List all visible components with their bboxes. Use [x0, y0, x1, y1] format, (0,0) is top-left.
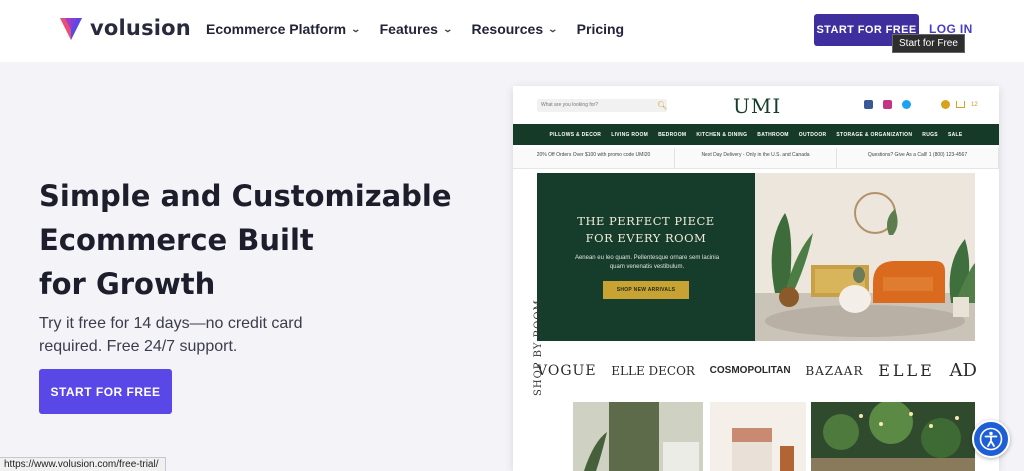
instagram-icon	[883, 100, 892, 109]
preview-menu-item: RUGS	[922, 131, 938, 138]
preview-menu-item: PILLOWS & DECOR	[549, 131, 602, 138]
logo-text: volusion	[90, 16, 191, 40]
promo-item: Questions? Give As a Call! 1 (800) 123-4…	[837, 148, 999, 168]
room-photo-outdoor	[811, 402, 975, 471]
nav-label: Features	[379, 21, 438, 37]
banner-title-line: THE PERFECT PIECE	[577, 214, 715, 228]
volusion-logo[interactable]: volusion	[60, 16, 191, 40]
room-photo-bathroom	[573, 402, 703, 471]
preview-menu-item: LIVING ROOM	[611, 131, 649, 138]
headline-line: for Growth	[39, 267, 216, 301]
nav-label: Resources	[471, 21, 544, 37]
brand-elle: ELLE	[878, 361, 935, 380]
tooltip: Start for Free	[892, 34, 965, 53]
preview-menu-item: KITCHEN & DINING	[696, 131, 748, 138]
outdoor-illustration	[811, 402, 975, 471]
status-bar-url: https://www.volusion.com/free-trial/	[0, 457, 166, 471]
brand-vogue: VOGUE	[537, 362, 597, 379]
preview-menu: PILLOWS & DECOR LIVING ROOM BEDROOM KITC…	[513, 124, 999, 145]
twitter-icon	[902, 100, 911, 109]
shop-by-room-label: SHOP BY ROOM	[533, 299, 544, 396]
preview-menu-item: OUTDOOR	[798, 131, 827, 138]
nav-pricing[interactable]: Pricing	[577, 21, 624, 37]
subtext-line: required. Free 24/7 support.	[39, 338, 238, 355]
preview-menu-item: BATHROOM	[757, 131, 789, 138]
preview-hero-banner: THE PERFECT PIECE FOR EVERY ROOM Aenean …	[537, 173, 755, 341]
account-icon	[941, 100, 950, 109]
nav-label: Ecommerce Platform	[206, 21, 347, 37]
headline-line: Simple and Customizable	[39, 179, 452, 213]
preview-account-cart: 12	[941, 100, 978, 109]
top-navigation: volusion Ecommerce Platform ⌄ Features ⌄…	[0, 0, 1024, 62]
nav-label: Pricing	[576, 21, 625, 37]
hero-headline: Simple and Customizable Ecommerce Built …	[39, 174, 479, 306]
brand-elle-decor: ELLE DECOR	[611, 363, 695, 378]
preview-menu-item: BEDROOM	[658, 131, 687, 138]
preview-menu-item: STORAGE & ORGANIZATION	[836, 131, 913, 138]
preview-press-logos: VOGUE ELLE DECOR COSMOPOLITAN BAZAAR ELL…	[537, 360, 977, 381]
chevron-down-icon: ⌄	[547, 23, 559, 34]
banner-title-line: FOR EVERY ROOM	[585, 231, 707, 245]
facebook-icon	[864, 100, 873, 109]
room-photo-bedroom	[710, 402, 806, 471]
bedroom-illustration	[710, 402, 806, 471]
living-room-photo	[755, 173, 975, 341]
nav-resources[interactable]: Resources ⌄	[471, 21, 559, 37]
banner-shop-button: SHOP NEW ARRIVALS	[603, 281, 689, 299]
volusion-logo-icon	[60, 18, 82, 40]
store-preview: What are you looking for? 🔍︎ UMI 12 PILL…	[513, 86, 999, 471]
search-icon: 🔍︎	[657, 101, 668, 110]
promo-item: Next Day Delivery - Only in the U.S. and…	[675, 148, 837, 168]
preview-store-logo: UMI	[733, 94, 782, 118]
accessibility-icon	[979, 427, 1003, 451]
bathroom-illustration	[573, 402, 703, 471]
brand-cosmopolitan: COSMOPOLITAN	[709, 365, 791, 376]
living-room-illustration	[755, 173, 975, 341]
chevron-down-icon: ⌄	[442, 23, 454, 34]
preview-promo-strip: 20% Off Orders Over $100 with promo code…	[513, 148, 999, 169]
main-nav: Ecommerce Platform ⌄ Features ⌄ Resource…	[206, 21, 624, 37]
banner-text: Aenean eu leo quam. Pellentesque ornare …	[574, 255, 720, 270]
chevron-down-icon: ⌄	[350, 23, 362, 34]
subtext-line: Try it free for 14 days—no credit card	[39, 315, 303, 332]
banner-title: THE PERFECT PIECE FOR EVERY ROOM	[537, 213, 755, 247]
brand-bazaar: BAZAAR	[805, 363, 864, 378]
nav-ecommerce-platform[interactable]: Ecommerce Platform ⌄	[206, 21, 362, 37]
nav-features[interactable]: Features ⌄	[379, 21, 454, 37]
start-for-free-hero-button[interactable]: START FOR FREE	[39, 369, 172, 414]
promo-item: 20% Off Orders Over $100 with promo code…	[513, 148, 675, 168]
accessibility-button[interactable]	[972, 420, 1010, 458]
brand-ad: AD	[949, 360, 977, 381]
cart-icon	[956, 101, 965, 108]
preview-search-input: What are you looking for?	[537, 99, 667, 112]
preview-menu-item: SALE	[947, 131, 963, 138]
cart-count: 12	[971, 101, 978, 108]
preview-social-links	[864, 100, 911, 109]
hero-subtext: Try it free for 14 days—no credit card r…	[39, 312, 369, 358]
headline-line: Ecommerce Built	[39, 223, 314, 257]
